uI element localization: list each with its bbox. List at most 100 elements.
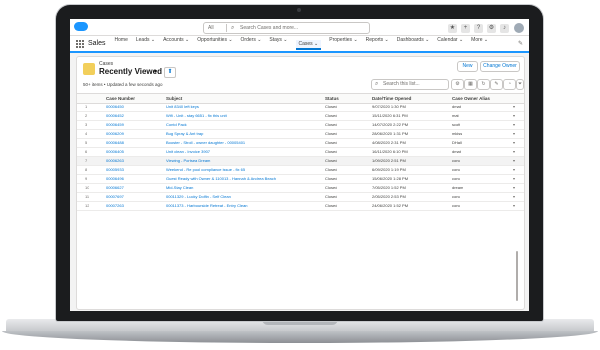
app-launcher-icon[interactable] bbox=[76, 39, 84, 48]
cell-n: 2 bbox=[85, 113, 88, 118]
cell-subject[interactable]: 00011329 - Lucky Dolfin - Self Clean bbox=[166, 193, 316, 201]
global-header: All ⌕ Search Cases and more... ★ + ? ⚙ ♪ bbox=[70, 19, 529, 36]
nav-item-6[interactable]: Cases ⌄ bbox=[295, 40, 322, 50]
global-search-input[interactable]: All ⌕ Search Cases and more... bbox=[203, 22, 370, 34]
cell-case[interactable]: 00006450 bbox=[106, 103, 124, 111]
cell-case[interactable]: 00007697 bbox=[106, 193, 124, 201]
help-icon[interactable]: ? bbox=[474, 23, 483, 33]
table-row[interactable]: 6 00006405 Unit clean - Invoice 3907 Closed… bbox=[77, 148, 524, 157]
list-view-chevron-down-icon[interactable]: ▾ bbox=[154, 68, 157, 75]
cell-owner: mat bbox=[452, 113, 459, 118]
pin-icon[interactable]: ⬆ bbox=[164, 67, 176, 78]
table-view-icon[interactable]: ▦ bbox=[464, 79, 477, 90]
cell-subject[interactable]: Contd Pack bbox=[166, 121, 316, 129]
row-actions-chevron-down-icon[interactable]: ▾ bbox=[513, 157, 515, 165]
table-row[interactable]: 2 00006452 Wifi - Unit - stay 6651 - fix t… bbox=[77, 112, 524, 121]
chart-icon[interactable]: ◔ bbox=[503, 79, 516, 90]
row-actions-chevron-down-icon[interactable]: ▾ bbox=[513, 202, 515, 210]
cell-subject[interactable]: Viewing - Portsea Dream bbox=[166, 157, 316, 165]
nav-item-10[interactable]: Calendar ⌄ bbox=[437, 37, 463, 50]
row-actions-chevron-down-icon[interactable]: ▾ bbox=[513, 166, 515, 174]
table-row[interactable]: 3 00006459 Contd Pack Closed 14/07/2020 2:22… bbox=[77, 121, 524, 130]
cell-case[interactable]: 00007263 bbox=[106, 202, 124, 210]
cell-n: 5 bbox=[85, 140, 88, 145]
cell-subject[interactable]: Weekend - Re pool compliance issue - fix… bbox=[166, 166, 316, 174]
nav-item-9[interactable]: Dashboards ⌄ bbox=[397, 37, 430, 50]
refresh-icon[interactable]: ↻ bbox=[477, 79, 490, 90]
cell-case[interactable]: 00005933 bbox=[106, 166, 124, 174]
row-actions-chevron-down-icon[interactable]: ▾ bbox=[513, 121, 515, 129]
favorites-icon[interactable]: ★ bbox=[448, 23, 457, 33]
row-actions-chevron-down-icon[interactable]: ▾ bbox=[513, 112, 515, 120]
table-row[interactable]: 5 00006488 Booster - Stroll - owner daught… bbox=[77, 139, 524, 148]
cell-case[interactable]: 00006452 bbox=[106, 112, 124, 120]
nav-item-5[interactable]: Stays ⌄ bbox=[269, 37, 287, 50]
cell-subject[interactable]: Bug Spray & Ant trap bbox=[166, 130, 316, 138]
table-row[interactable]: 1 00006450 Unit 8340 left keys Closed 9/07/2… bbox=[77, 103, 524, 112]
cell-subject[interactable]: Unit clean - Invoice 3907 bbox=[166, 148, 316, 156]
col-subject[interactable]: Subject bbox=[166, 94, 182, 103]
nav-item-3[interactable]: Opportunities ⌄ bbox=[197, 37, 232, 50]
nav-item-2[interactable]: Accounts ⌄ bbox=[163, 37, 189, 50]
cell-subject[interactable]: Booster - Stroll - owner daughter - 0000… bbox=[166, 139, 316, 147]
col-case-number[interactable]: Case Number bbox=[106, 94, 135, 103]
table-row[interactable]: 11 00007697 00011329 - Lucky Dolfin - Self… bbox=[77, 193, 524, 202]
edit-nav-icon[interactable]: ✎ bbox=[518, 40, 523, 47]
scrollbar[interactable] bbox=[516, 251, 518, 301]
gear-icon[interactable]: ⚙ bbox=[487, 23, 496, 33]
avatar[interactable] bbox=[513, 22, 525, 34]
table-row[interactable]: 7 00006263 Viewing - Portsea Dream Closed 1/… bbox=[77, 157, 524, 166]
cell-subject[interactable]: Wifi - Unit - stay 6651 - fix this unit bbox=[166, 112, 316, 120]
cell-n: 10 bbox=[85, 185, 90, 190]
laptop-base bbox=[0, 319, 600, 350]
cell-n: 3 bbox=[85, 122, 88, 127]
cell-case[interactable]: 00006263 bbox=[106, 157, 124, 165]
row-actions-chevron-down-icon[interactable]: ▾ bbox=[513, 148, 515, 156]
list-search-input[interactable]: ⌕ Search this list... bbox=[371, 79, 449, 90]
cell-case[interactable]: 00006459 bbox=[106, 121, 124, 129]
change-owner-button[interactable]: Change Owner bbox=[480, 61, 520, 72]
new-button[interactable]: New bbox=[457, 61, 478, 72]
nav-item-1[interactable]: Leads ⌄ bbox=[136, 37, 155, 50]
table-row[interactable]: 9 00006496 Guest Ready with Owner & 110013… bbox=[77, 175, 524, 184]
cell-n: 4 bbox=[85, 131, 88, 136]
list-view-title[interactable]: Recently Viewed bbox=[99, 67, 162, 76]
cell-subject[interactable]: Unit 8340 left keys bbox=[166, 103, 316, 111]
col-case-owner-alias[interactable]: Case Owner Alias bbox=[452, 94, 490, 103]
search-scope[interactable]: All bbox=[208, 24, 227, 32]
row-actions-chevron-down-icon[interactable]: ▾ bbox=[513, 139, 515, 147]
table-row[interactable]: 10 00006627 Mid-Stay Clean Closed 7/05/2020 … bbox=[77, 184, 524, 193]
col-status[interactable]: Status bbox=[325, 94, 339, 103]
col-date-opened[interactable]: Date/Time Opened bbox=[372, 94, 411, 103]
table-row[interactable]: 4 00006209 Bug Spray & Ant trap Closed 28/06… bbox=[77, 130, 524, 139]
cell-n: 7 bbox=[85, 158, 88, 163]
add-icon[interactable]: + bbox=[461, 23, 470, 33]
nav-item-0[interactable]: Home bbox=[115, 37, 128, 50]
filter-icon[interactable]: ⏷ bbox=[516, 79, 524, 90]
cell-case[interactable]: 00006209 bbox=[106, 130, 124, 138]
search-icon: ⌕ bbox=[231, 25, 235, 31]
row-actions-chevron-down-icon[interactable]: ▾ bbox=[513, 193, 515, 201]
settings-icon[interactable]: ⚙ bbox=[451, 79, 464, 90]
bell-icon[interactable]: ♪ bbox=[500, 23, 509, 33]
cell-status: Closed bbox=[325, 104, 338, 109]
row-actions-chevron-down-icon[interactable]: ▾ bbox=[513, 184, 515, 192]
cell-case[interactable]: 00006496 bbox=[106, 175, 124, 183]
row-actions-chevron-down-icon[interactable]: ▾ bbox=[513, 130, 515, 138]
table-row[interactable]: 12 00007263 00011373 - Harbourside Retreat… bbox=[77, 202, 524, 211]
cell-case[interactable]: 00006488 bbox=[106, 139, 124, 147]
cell-case[interactable]: 00006405 bbox=[106, 148, 124, 156]
row-actions-chevron-down-icon[interactable]: ▾ bbox=[513, 175, 515, 183]
edit-icon[interactable]: ✎ bbox=[490, 79, 503, 90]
row-actions-chevron-down-icon[interactable]: ▾ bbox=[513, 103, 515, 111]
cell-subject[interactable]: 00011373 - Harbourside Retreat - Entry C… bbox=[166, 202, 316, 210]
nav-item-11[interactable]: More ⌄ bbox=[471, 37, 488, 50]
cell-subject[interactable]: Guest Ready with Owner & 110013 - Hannah… bbox=[166, 175, 316, 183]
nav-item-4[interactable]: Orders ⌄ bbox=[241, 37, 262, 50]
cell-case[interactable]: 00006627 bbox=[106, 184, 124, 192]
search-placeholder: Search Cases and more... bbox=[240, 25, 299, 31]
nav-item-7[interactable]: Properties ⌄ bbox=[329, 37, 357, 50]
nav-item-8[interactable]: Reports ⌄ bbox=[366, 37, 389, 50]
cell-subject[interactable]: Mid-Stay Clean bbox=[166, 184, 316, 192]
table-row[interactable]: 8 00005933 Weekend - Re pool compliance is… bbox=[77, 166, 524, 175]
